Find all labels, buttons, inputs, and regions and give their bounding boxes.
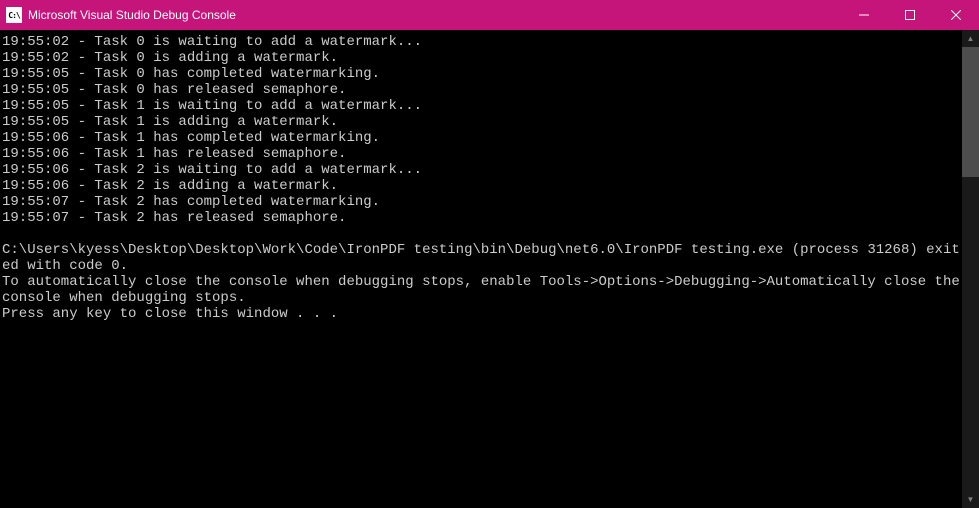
minimize-button[interactable] — [841, 0, 887, 30]
log-line — [2, 226, 962, 242]
close-button[interactable] — [933, 0, 979, 30]
window-title: Microsoft Visual Studio Debug Console — [28, 8, 841, 22]
exit-message: C:\Users\kyess\Desktop\Desktop\Work\Code… — [2, 242, 962, 274]
vertical-scrollbar[interactable]: ▲ ▼ — [962, 30, 979, 508]
log-line: 19:55:07 - Task 2 has completed watermar… — [2, 194, 962, 210]
log-line: 19:55:05 - Task 1 is adding a watermark. — [2, 114, 962, 130]
log-line: 19:55:05 - Task 0 has completed watermar… — [2, 66, 962, 82]
maximize-button[interactable] — [887, 0, 933, 30]
window-titlebar: C:\ Microsoft Visual Studio Debug Consol… — [0, 0, 979, 30]
log-line: 19:55:06 - Task 2 is waiting to add a wa… — [2, 162, 962, 178]
log-line: 19:55:06 - Task 2 is adding a watermark. — [2, 178, 962, 194]
scrollbar-thumb[interactable] — [962, 47, 979, 177]
console-area: 19:55:02 - Task 0 is waiting to add a wa… — [0, 30, 979, 508]
auto-close-message: To automatically close the console when … — [2, 274, 962, 306]
log-line: 19:55:05 - Task 0 has released semaphore… — [2, 82, 962, 98]
press-key-message: Press any key to close this window . . . — [2, 306, 962, 322]
close-icon — [951, 10, 961, 20]
minimize-icon — [859, 10, 869, 20]
log-line: 19:55:02 - Task 0 is waiting to add a wa… — [2, 34, 962, 50]
log-line: 19:55:06 - Task 1 has completed watermar… — [2, 130, 962, 146]
maximize-icon — [905, 10, 915, 20]
console-output[interactable]: 19:55:02 - Task 0 is waiting to add a wa… — [0, 30, 962, 508]
log-line: 19:55:07 - Task 2 has released semaphore… — [2, 210, 962, 226]
log-line: 19:55:06 - Task 1 has released semaphore… — [2, 146, 962, 162]
log-line: 19:55:05 - Task 1 is waiting to add a wa… — [2, 98, 962, 114]
scrollbar-down-arrow-icon[interactable]: ▼ — [962, 491, 979, 508]
log-line: 19:55:02 - Task 0 is adding a watermark. — [2, 50, 962, 66]
console-icon: C:\ — [6, 7, 22, 23]
window-controls — [841, 0, 979, 30]
scrollbar-up-arrow-icon[interactable]: ▲ — [962, 30, 979, 47]
